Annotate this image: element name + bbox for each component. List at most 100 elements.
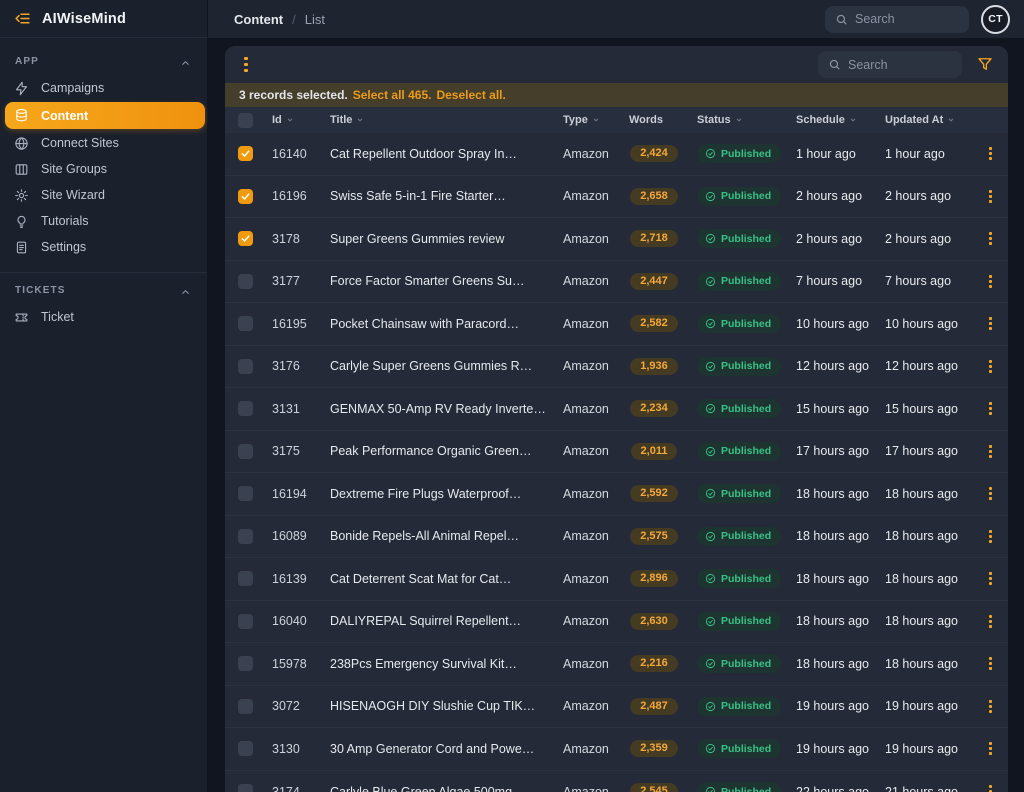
row-menu-button[interactable] bbox=[987, 230, 994, 247]
table-search-input[interactable] bbox=[848, 58, 952, 72]
check-circle-icon bbox=[705, 361, 716, 372]
sidebar-item-ticket[interactable]: Ticket bbox=[0, 304, 207, 330]
breadcrumb-content[interactable]: Content bbox=[234, 12, 283, 27]
column-header-schedule[interactable]: Schedule bbox=[784, 114, 877, 126]
row-checkbox[interactable] bbox=[238, 189, 253, 204]
deselect-all-link[interactable]: Deselect all. bbox=[436, 88, 505, 102]
sidebar-item-tutorials[interactable]: Tutorials bbox=[0, 208, 207, 234]
sidebar-item-site-groups[interactable]: Site Groups bbox=[0, 156, 207, 182]
row-status-cell: Published bbox=[689, 782, 784, 792]
breadcrumb-list[interactable]: List bbox=[305, 12, 325, 27]
avatar[interactable]: CT bbox=[981, 5, 1010, 34]
row-checkbox[interactable] bbox=[238, 656, 253, 671]
sidebar-section-tickets[interactable]: TICKETS bbox=[0, 277, 207, 304]
row-checkbox[interactable] bbox=[238, 444, 253, 459]
status-badge: Published bbox=[697, 654, 781, 673]
row-actions-cell bbox=[972, 528, 1008, 545]
row-menu-button[interactable] bbox=[987, 570, 994, 587]
row-menu-button[interactable] bbox=[987, 400, 994, 417]
row-checkbox-cell bbox=[225, 401, 265, 416]
row-menu-button[interactable] bbox=[987, 273, 994, 290]
status-badge: Published bbox=[697, 782, 781, 792]
row-id: 16139 bbox=[265, 572, 323, 586]
status-badge: Published bbox=[697, 144, 781, 163]
row-checkbox[interactable] bbox=[238, 316, 253, 331]
row-title: Bonide Repels-All Animal Repel… bbox=[323, 529, 559, 543]
row-menu-button[interactable] bbox=[987, 698, 994, 715]
column-header-title[interactable]: Title bbox=[323, 114, 559, 126]
column-header-type[interactable]: Type bbox=[559, 114, 619, 126]
row-checkbox-cell bbox=[225, 614, 265, 629]
zap-icon bbox=[14, 81, 29, 96]
table-row: 3130 30 Amp Generator Cord and Powe… Ama… bbox=[225, 728, 1008, 771]
row-type: Amazon bbox=[559, 274, 619, 288]
row-type: Amazon bbox=[559, 657, 619, 671]
row-menu-button[interactable] bbox=[987, 315, 994, 332]
sort-caret-icon bbox=[734, 115, 744, 125]
row-checkbox[interactable] bbox=[238, 784, 253, 792]
column-header-status[interactable]: Status bbox=[689, 114, 784, 126]
row-checkbox[interactable] bbox=[238, 231, 253, 246]
row-type: Amazon bbox=[559, 444, 619, 458]
sidebar-item-content[interactable]: Content bbox=[5, 102, 205, 129]
row-menu-button[interactable] bbox=[987, 528, 994, 545]
column-header-updated[interactable]: Updated At bbox=[877, 114, 972, 126]
row-menu-button[interactable] bbox=[987, 613, 994, 630]
words-badge: 2,545 bbox=[630, 783, 678, 792]
selection-count: 3 records selected. bbox=[239, 88, 348, 102]
search-icon bbox=[835, 13, 848, 26]
row-menu-button[interactable] bbox=[987, 485, 994, 502]
sidebar-item-connect-sites[interactable]: Connect Sites bbox=[0, 130, 207, 156]
row-words-cell: 2,592 bbox=[619, 485, 689, 502]
row-checkbox[interactable] bbox=[238, 699, 253, 714]
table-body: 16140 Cat Repellent Outdoor Spray In… Am… bbox=[225, 133, 1008, 792]
row-checkbox[interactable] bbox=[238, 614, 253, 629]
row-updated: 2 hours ago bbox=[877, 232, 972, 246]
select-all-checkbox[interactable] bbox=[238, 113, 253, 128]
filter-icon[interactable] bbox=[976, 55, 996, 75]
row-checkbox[interactable] bbox=[238, 529, 253, 544]
row-words-cell: 2,896 bbox=[619, 570, 689, 587]
row-checkbox-cell bbox=[225, 444, 265, 459]
row-words-cell: 2,234 bbox=[619, 400, 689, 417]
row-checkbox[interactable] bbox=[238, 359, 253, 374]
row-checkbox[interactable] bbox=[238, 571, 253, 586]
row-id: 15978 bbox=[265, 657, 323, 671]
select-all-link[interactable]: Select all 465. bbox=[353, 88, 432, 102]
row-checkbox[interactable] bbox=[238, 401, 253, 416]
row-status-cell: Published bbox=[689, 612, 784, 631]
table-menu-button[interactable] bbox=[241, 54, 251, 76]
row-menu-button[interactable] bbox=[987, 443, 994, 460]
sidebar-item-site-wizard[interactable]: Site Wizard bbox=[0, 182, 207, 208]
row-checkbox[interactable] bbox=[238, 146, 253, 161]
row-status-cell: Published bbox=[689, 569, 784, 588]
row-checkbox-cell bbox=[225, 359, 265, 374]
check-circle-icon bbox=[705, 148, 716, 159]
sidebar-item-label: Settings bbox=[41, 240, 86, 254]
topbar-right: CT bbox=[825, 5, 1010, 34]
words-badge: 2,359 bbox=[630, 740, 678, 757]
row-checkbox[interactable] bbox=[238, 274, 253, 289]
status-badge: Published bbox=[697, 739, 781, 758]
check-circle-icon bbox=[705, 701, 716, 712]
collapse-sidebar-icon[interactable] bbox=[14, 10, 31, 27]
table-search[interactable] bbox=[818, 51, 962, 78]
column-header-words[interactable]: Words bbox=[619, 114, 689, 126]
global-search[interactable] bbox=[825, 6, 969, 33]
row-checkbox[interactable] bbox=[238, 486, 253, 501]
sidebar-item-settings[interactable]: Settings bbox=[0, 234, 207, 260]
row-menu-button[interactable] bbox=[987, 145, 994, 162]
row-menu-button[interactable] bbox=[987, 740, 994, 757]
row-menu-button[interactable] bbox=[987, 188, 994, 205]
row-actions-cell bbox=[972, 188, 1008, 205]
row-menu-button[interactable] bbox=[987, 655, 994, 672]
sidebar-section-app[interactable]: APP bbox=[0, 48, 207, 75]
row-actions-cell bbox=[972, 783, 1008, 792]
global-search-input[interactable] bbox=[855, 12, 959, 26]
column-header-id[interactable]: Id bbox=[265, 114, 323, 126]
row-checkbox[interactable] bbox=[238, 741, 253, 756]
table-row: 3174 Carlyle Blue Green Algae 500mg… Ama… bbox=[225, 771, 1008, 792]
row-menu-button[interactable] bbox=[987, 783, 994, 792]
sidebar-item-campaigns[interactable]: Campaigns bbox=[0, 75, 207, 101]
row-menu-button[interactable] bbox=[987, 358, 994, 375]
